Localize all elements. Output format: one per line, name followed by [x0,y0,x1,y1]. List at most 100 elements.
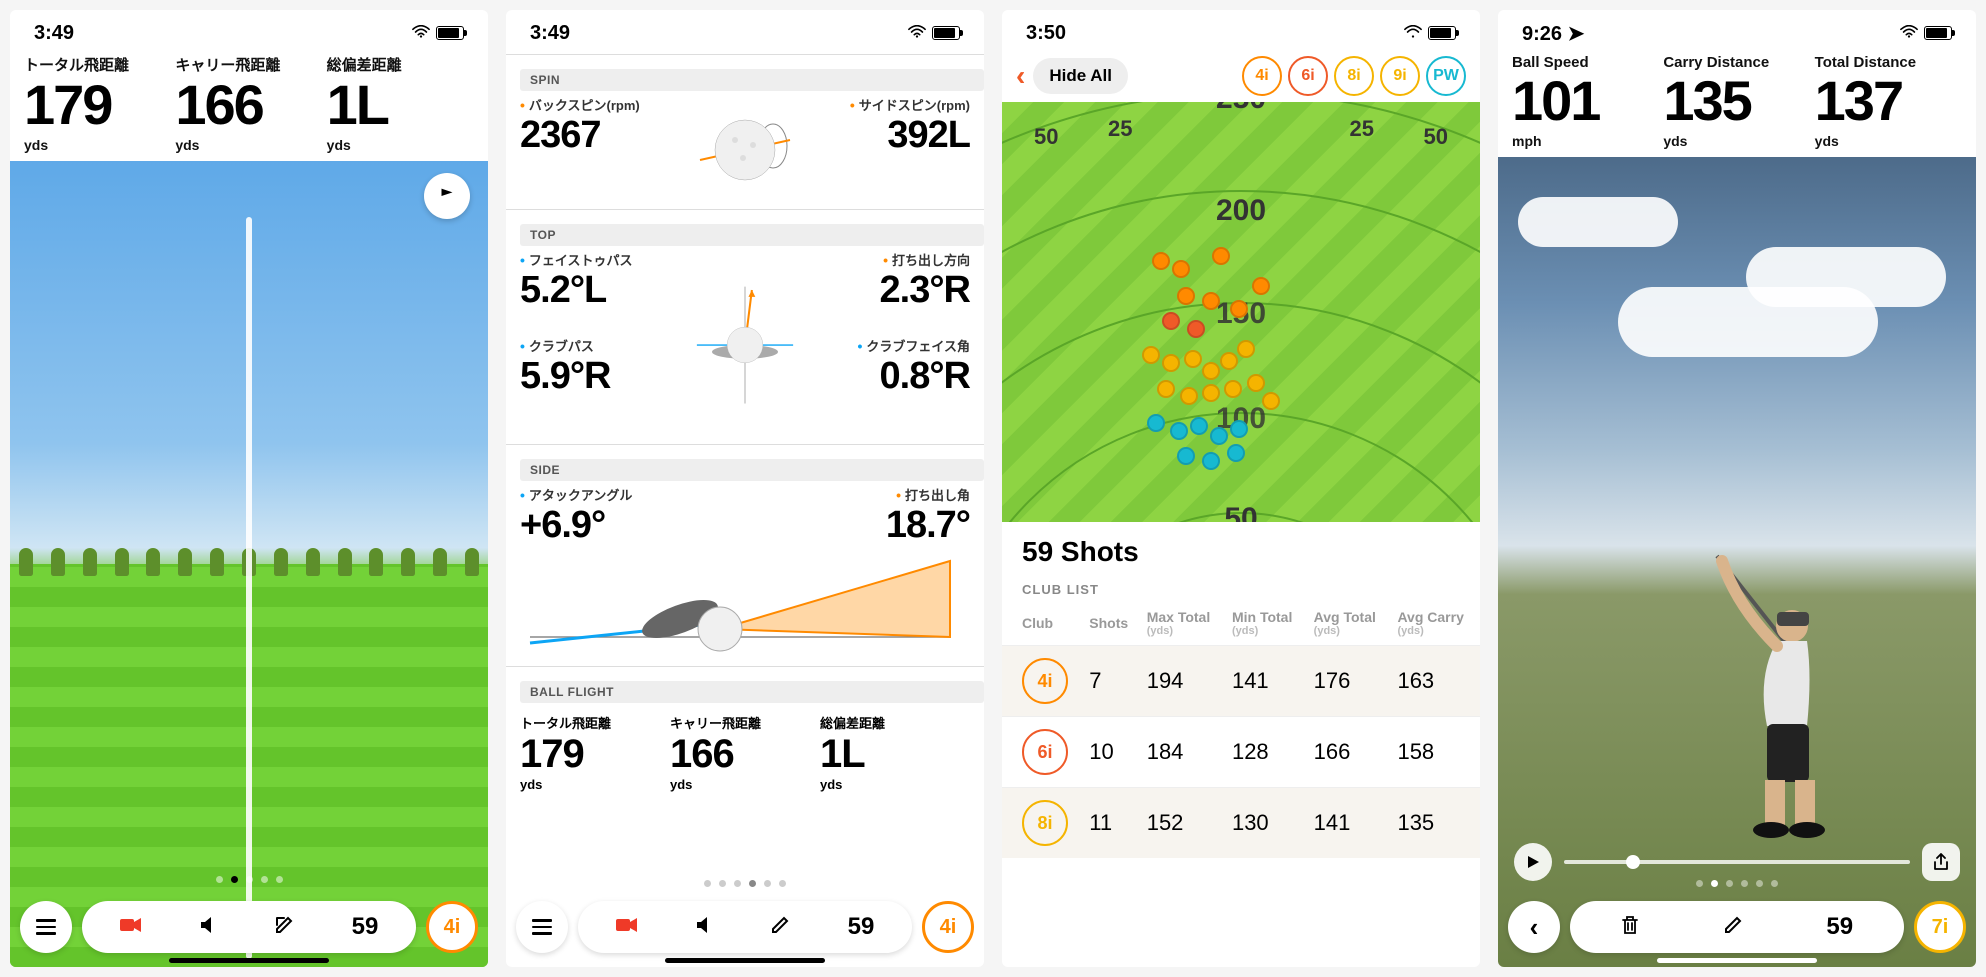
edit-button[interactable] [770,915,790,940]
dispersion-chart[interactable]: 250 50 50 25 25 200 150 100 50 [1002,102,1480,522]
chip-4i[interactable]: 4i [1242,56,1282,96]
dev-value: 1L [820,732,970,777]
chip-9i[interactable]: 9i [1380,56,1420,96]
battery-icon [436,26,464,40]
section-top: TOP [520,224,984,246]
location-icon: ➤ [1568,23,1585,45]
sidespin-value: 392L [800,114,970,157]
screen-shot-tracer: 3:49 トータル飛距離179yds キャリー飛距離166yds 総偏差距離1L… [10,10,488,967]
attack-value: +6.9° [520,504,745,547]
menu-icon [36,919,56,935]
status-bar: 3:49 [506,10,984,50]
battery-icon [1428,26,1456,40]
home-indicator[interactable] [1657,958,1817,963]
sound-button[interactable] [199,916,217,939]
flag-icon [436,185,458,207]
club-selector[interactable]: 7i [1914,901,1966,953]
screen-dispersion: 3:50 ‹ Hide All 4i 6i 8i 9i PW 250 50 50… [1002,10,1480,967]
page-indicator[interactable] [1498,880,1976,887]
section-ballflight: BALL FLIGHT [520,681,984,703]
shots-count-title: 59 Shots [1002,522,1480,574]
clubpath-value: 5.9°R [520,355,690,398]
launch-label: 打ち出し角 [745,485,970,504]
total-value: 137 [1815,73,1962,129]
edit-button[interactable] [1723,915,1743,940]
faceang-value: 0.8°R [800,355,970,398]
launchdir-label: 打ち出し方向 [800,250,970,269]
metric-carry-value: 166 [175,77,322,133]
control-bar: 59 4i [516,901,974,953]
home-indicator[interactable] [169,958,329,963]
side-graphic [506,547,984,662]
top-graphic [690,250,800,440]
launchdir-value: 2.3°R [800,269,970,312]
page-indicator[interactable] [10,876,488,883]
club-selector[interactable]: 4i [922,901,974,953]
clock: 9:26 ➤ [1522,21,1584,46]
battery-icon [932,26,960,40]
page-indicator[interactable] [506,880,984,887]
hide-all-button[interactable]: Hide All [1033,58,1128,94]
edit-icon [1723,915,1743,935]
delete-button[interactable] [1621,915,1639,940]
attack-label: アタックアングル [520,485,745,504]
spin-graphic [690,95,800,205]
battery-icon [1924,26,1952,40]
sound-button[interactable] [695,916,713,939]
ball-speed-value: 101 [1512,73,1659,129]
screen-shot-data: 3:49 SPIN バックスピン(rpm)2367 サイドスピン(rpm)392… [506,10,984,967]
table-row[interactable]: 6i 10184128166158 [1002,717,1480,788]
shot-visualization[interactable]: 59 4i [10,161,488,967]
chip-8i[interactable]: 8i [1334,56,1374,96]
chip-pw[interactable]: PW [1426,56,1466,96]
wifi-icon [1404,22,1422,45]
section-spin: SPIN [520,69,984,91]
total-value: 179 [520,732,670,777]
section-side: SIDE [520,459,984,481]
club-selector[interactable]: 4i [426,901,478,953]
record-button[interactable] [120,917,142,938]
golfer-figure [1637,546,1837,826]
metrics-header: Ball Speed101mph Carry Distance135yds To… [1498,50,1976,157]
target-flag-button[interactable] [424,173,470,219]
play-button[interactable] [1514,843,1552,881]
carry-value: 135 [1663,73,1810,129]
chip-6i[interactable]: 6i [1288,56,1328,96]
home-indicator[interactable] [665,958,825,963]
status-bar: 3:50 [1002,10,1480,50]
status-bar: 9:26 ➤ [1498,10,1976,50]
club-list-title: CLUB LIST [1002,574,1480,601]
edit-button[interactable] [274,915,294,940]
clock: 3:49 [530,22,570,45]
menu-button[interactable] [20,901,72,953]
club-filter-chips: 4i 6i 8i 9i PW [1242,56,1466,96]
record-button[interactable] [616,917,638,938]
wifi-icon [1900,22,1918,45]
shot-count: 59 [848,913,875,941]
video-scrubber[interactable] [1564,860,1910,864]
status-icons [406,22,464,45]
shot-count: 59 [352,913,379,941]
launch-value: 18.7° [745,504,970,547]
screen-video-review: 9:26 ➤ Ball Speed101mph Carry Distance13… [1498,10,1976,967]
back-button[interactable]: ‹ [1508,901,1560,953]
metric-carry-label: キャリー飛距離 [175,54,322,75]
carry-value: 166 [670,732,820,777]
swing-video[interactable]: ‹ 59 7i [1498,157,1976,967]
metric-dev-label: 総偏差距離 [327,54,474,75]
clock: 3:49 [34,22,74,45]
wifi-icon [412,22,430,45]
share-button[interactable] [1922,843,1960,881]
clubpath-label: クラブパス [520,336,690,355]
chevron-left-icon: ‹ [1530,912,1539,943]
status-bar: 3:49 [10,10,488,50]
backspin-value: 2367 [520,114,690,157]
ball-tracer [246,217,252,959]
table-row[interactable]: 4i 7194141176163 [1002,646,1480,717]
metrics-header: トータル飛距離179yds キャリー飛距離166yds 総偏差距離1Lyds [10,50,488,161]
video-controls [1514,843,1960,881]
table-row[interactable]: 8i 11152130141135 [1002,788,1480,859]
back-button[interactable]: ‹ [1016,60,1025,92]
menu-button[interactable] [516,901,568,953]
menu-icon [532,919,552,935]
